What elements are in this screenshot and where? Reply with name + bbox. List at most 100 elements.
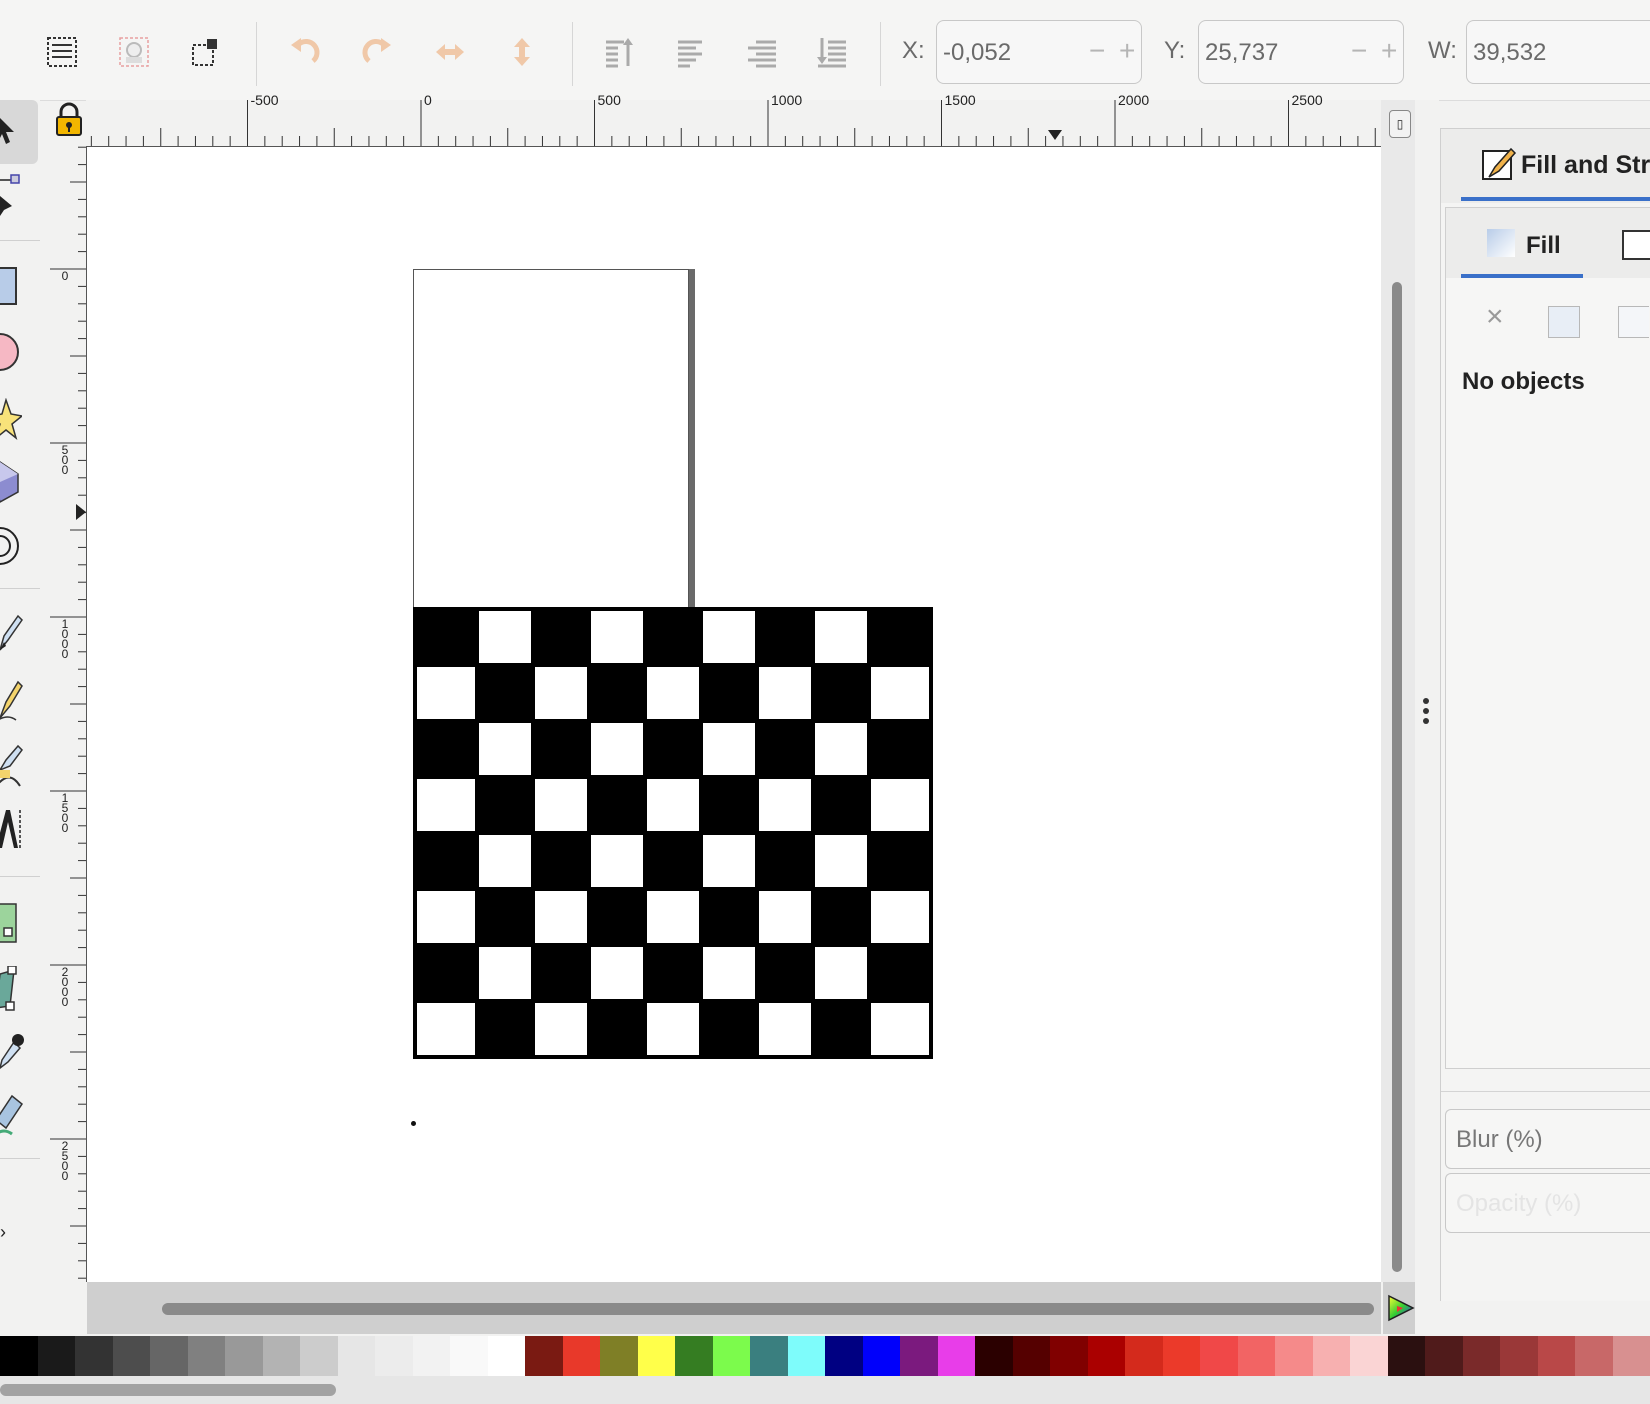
checker-cell[interactable] — [871, 779, 929, 831]
checker-cell[interactable] — [815, 947, 867, 999]
palette-swatch[interactable] — [562, 1336, 600, 1376]
fill-tab[interactable]: Fill — [1526, 232, 1561, 260]
checker-cell[interactable] — [535, 611, 587, 663]
checker-cell[interactable] — [815, 891, 867, 943]
palette-swatch[interactable] — [1462, 1336, 1500, 1376]
transform-icon[interactable] — [182, 30, 226, 74]
checker-cell[interactable] — [417, 667, 475, 719]
x-field[interactable]: -0,052 − + — [936, 20, 1142, 84]
palette-swatch[interactable] — [1125, 1336, 1163, 1376]
calligraphy-tool-icon[interactable] — [0, 740, 24, 790]
palette-swatch[interactable] — [787, 1336, 825, 1376]
checker-cell[interactable] — [759, 1003, 811, 1055]
checker-cell[interactable] — [479, 779, 531, 831]
checker-cell[interactable] — [703, 835, 755, 887]
checker-cell[interactable] — [417, 1003, 475, 1055]
checker-cell[interactable] — [871, 1003, 929, 1055]
lower-to-bottom-icon[interactable] — [810, 30, 854, 74]
checker-cell[interactable] — [479, 835, 531, 887]
palette-swatch[interactable] — [450, 1336, 488, 1376]
dropper-tool-icon[interactable] — [0, 1028, 24, 1072]
drawing-canvas[interactable] — [87, 147, 1381, 1282]
checker-cell[interactable] — [703, 1003, 755, 1055]
palette-swatch[interactable] — [900, 1336, 938, 1376]
palette-swatch[interactable] — [187, 1336, 225, 1376]
vertical-ruler[interactable]: 0 500 1000 1500 2000 2500 — [50, 146, 87, 1282]
horizontal-ruler[interactable]: -500 0 500 1000 1500 2000 2500 — [86, 92, 1381, 147]
color-manage-toggle[interactable] — [1383, 1282, 1417, 1334]
y-increment-button[interactable]: + — [1381, 37, 1397, 65]
checker-cell[interactable] — [417, 723, 475, 775]
checker-cell[interactable] — [591, 1003, 643, 1055]
palette-swatch[interactable] — [75, 1336, 113, 1376]
checker-cell[interactable] — [591, 723, 643, 775]
mesh-tool-icon[interactable] — [0, 966, 22, 1012]
checker-cell[interactable] — [479, 891, 531, 943]
checker-cell[interactable] — [479, 947, 531, 999]
palette-swatch[interactable] — [1312, 1336, 1350, 1376]
palette-swatch[interactable] — [1537, 1336, 1575, 1376]
node-tool-icon[interactable] — [0, 172, 22, 216]
palette-swatch[interactable] — [825, 1336, 863, 1376]
checker-cell[interactable] — [479, 723, 531, 775]
checker-cell[interactable] — [871, 947, 929, 999]
checker-cell[interactable] — [759, 723, 811, 775]
palette-scroll-thumb[interactable] — [0, 1384, 336, 1396]
pencil-tool-icon[interactable] — [0, 610, 24, 656]
checker-cell[interactable] — [759, 779, 811, 831]
palette-swatch[interactable] — [675, 1336, 713, 1376]
checker-cell[interactable] — [815, 779, 867, 831]
palette-swatch[interactable] — [600, 1336, 638, 1376]
stroke-paint-tab-icon[interactable] — [1622, 230, 1650, 260]
palette-swatch[interactable] — [1350, 1336, 1388, 1376]
checker-cell[interactable] — [703, 611, 755, 663]
checker-cell[interactable] — [417, 835, 475, 887]
3d-box-tool-icon[interactable] — [0, 458, 22, 504]
checker-cell[interactable] — [647, 667, 699, 719]
rectangle-tool-icon[interactable] — [0, 266, 20, 308]
checker-cell[interactable] — [815, 835, 867, 887]
palette-swatch[interactable] — [1200, 1336, 1238, 1376]
checker-cell[interactable] — [759, 947, 811, 999]
palette-swatch[interactable] — [150, 1336, 188, 1376]
flip-vertical-icon[interactable] — [500, 30, 544, 74]
flat-color-icon[interactable] — [1548, 306, 1580, 338]
checker-cell[interactable] — [535, 723, 587, 775]
checker-cell[interactable] — [535, 779, 587, 831]
blur-field[interactable]: Blur (%) — [1445, 1109, 1650, 1169]
palette-swatch[interactable] — [37, 1336, 75, 1376]
checker-cell[interactable] — [647, 611, 699, 663]
checkerboard-group[interactable] — [413, 607, 933, 1059]
checker-cell[interactable] — [815, 611, 867, 663]
checker-cell[interactable] — [647, 947, 699, 999]
raise-icon[interactable] — [670, 30, 714, 74]
palette-swatch[interactable] — [1500, 1336, 1538, 1376]
palette-swatch[interactable] — [1050, 1336, 1088, 1376]
checker-cell[interactable] — [647, 723, 699, 775]
opacity-field[interactable]: Opacity (%) — [1445, 1173, 1650, 1233]
checker-cell[interactable] — [591, 667, 643, 719]
spiral-tool-icon[interactable] — [0, 522, 22, 570]
pen-tool-icon[interactable] — [0, 674, 24, 724]
palette-swatch[interactable] — [1087, 1336, 1125, 1376]
palette-swatch[interactable] — [1575, 1336, 1613, 1376]
horizontal-scrollbar-thumb[interactable] — [162, 1303, 1374, 1315]
palette-swatch[interactable] — [937, 1336, 975, 1376]
x-decrement-button[interactable]: − — [1089, 37, 1105, 65]
checker-cell[interactable] — [417, 611, 475, 663]
palette-swatch[interactable] — [862, 1336, 900, 1376]
palette-swatch[interactable] — [637, 1336, 675, 1376]
selector-tool[interactable] — [0, 100, 38, 164]
guide-lock-button[interactable] — [52, 100, 86, 140]
text-tool-icon[interactable] — [0, 806, 24, 852]
checker-cell[interactable] — [417, 947, 475, 999]
checker-cell[interactable] — [479, 611, 531, 663]
checker-cell[interactable] — [815, 723, 867, 775]
w-field[interactable]: 39,532 — [1466, 20, 1650, 84]
palette-swatch[interactable] — [1425, 1336, 1463, 1376]
more-tools-indicator[interactable]: › — [0, 1222, 6, 1243]
checker-cell[interactable] — [591, 779, 643, 831]
palette-swatch[interactable] — [1612, 1336, 1650, 1376]
checker-cell[interactable] — [871, 891, 929, 943]
y-decrement-button[interactable]: − — [1351, 37, 1367, 65]
